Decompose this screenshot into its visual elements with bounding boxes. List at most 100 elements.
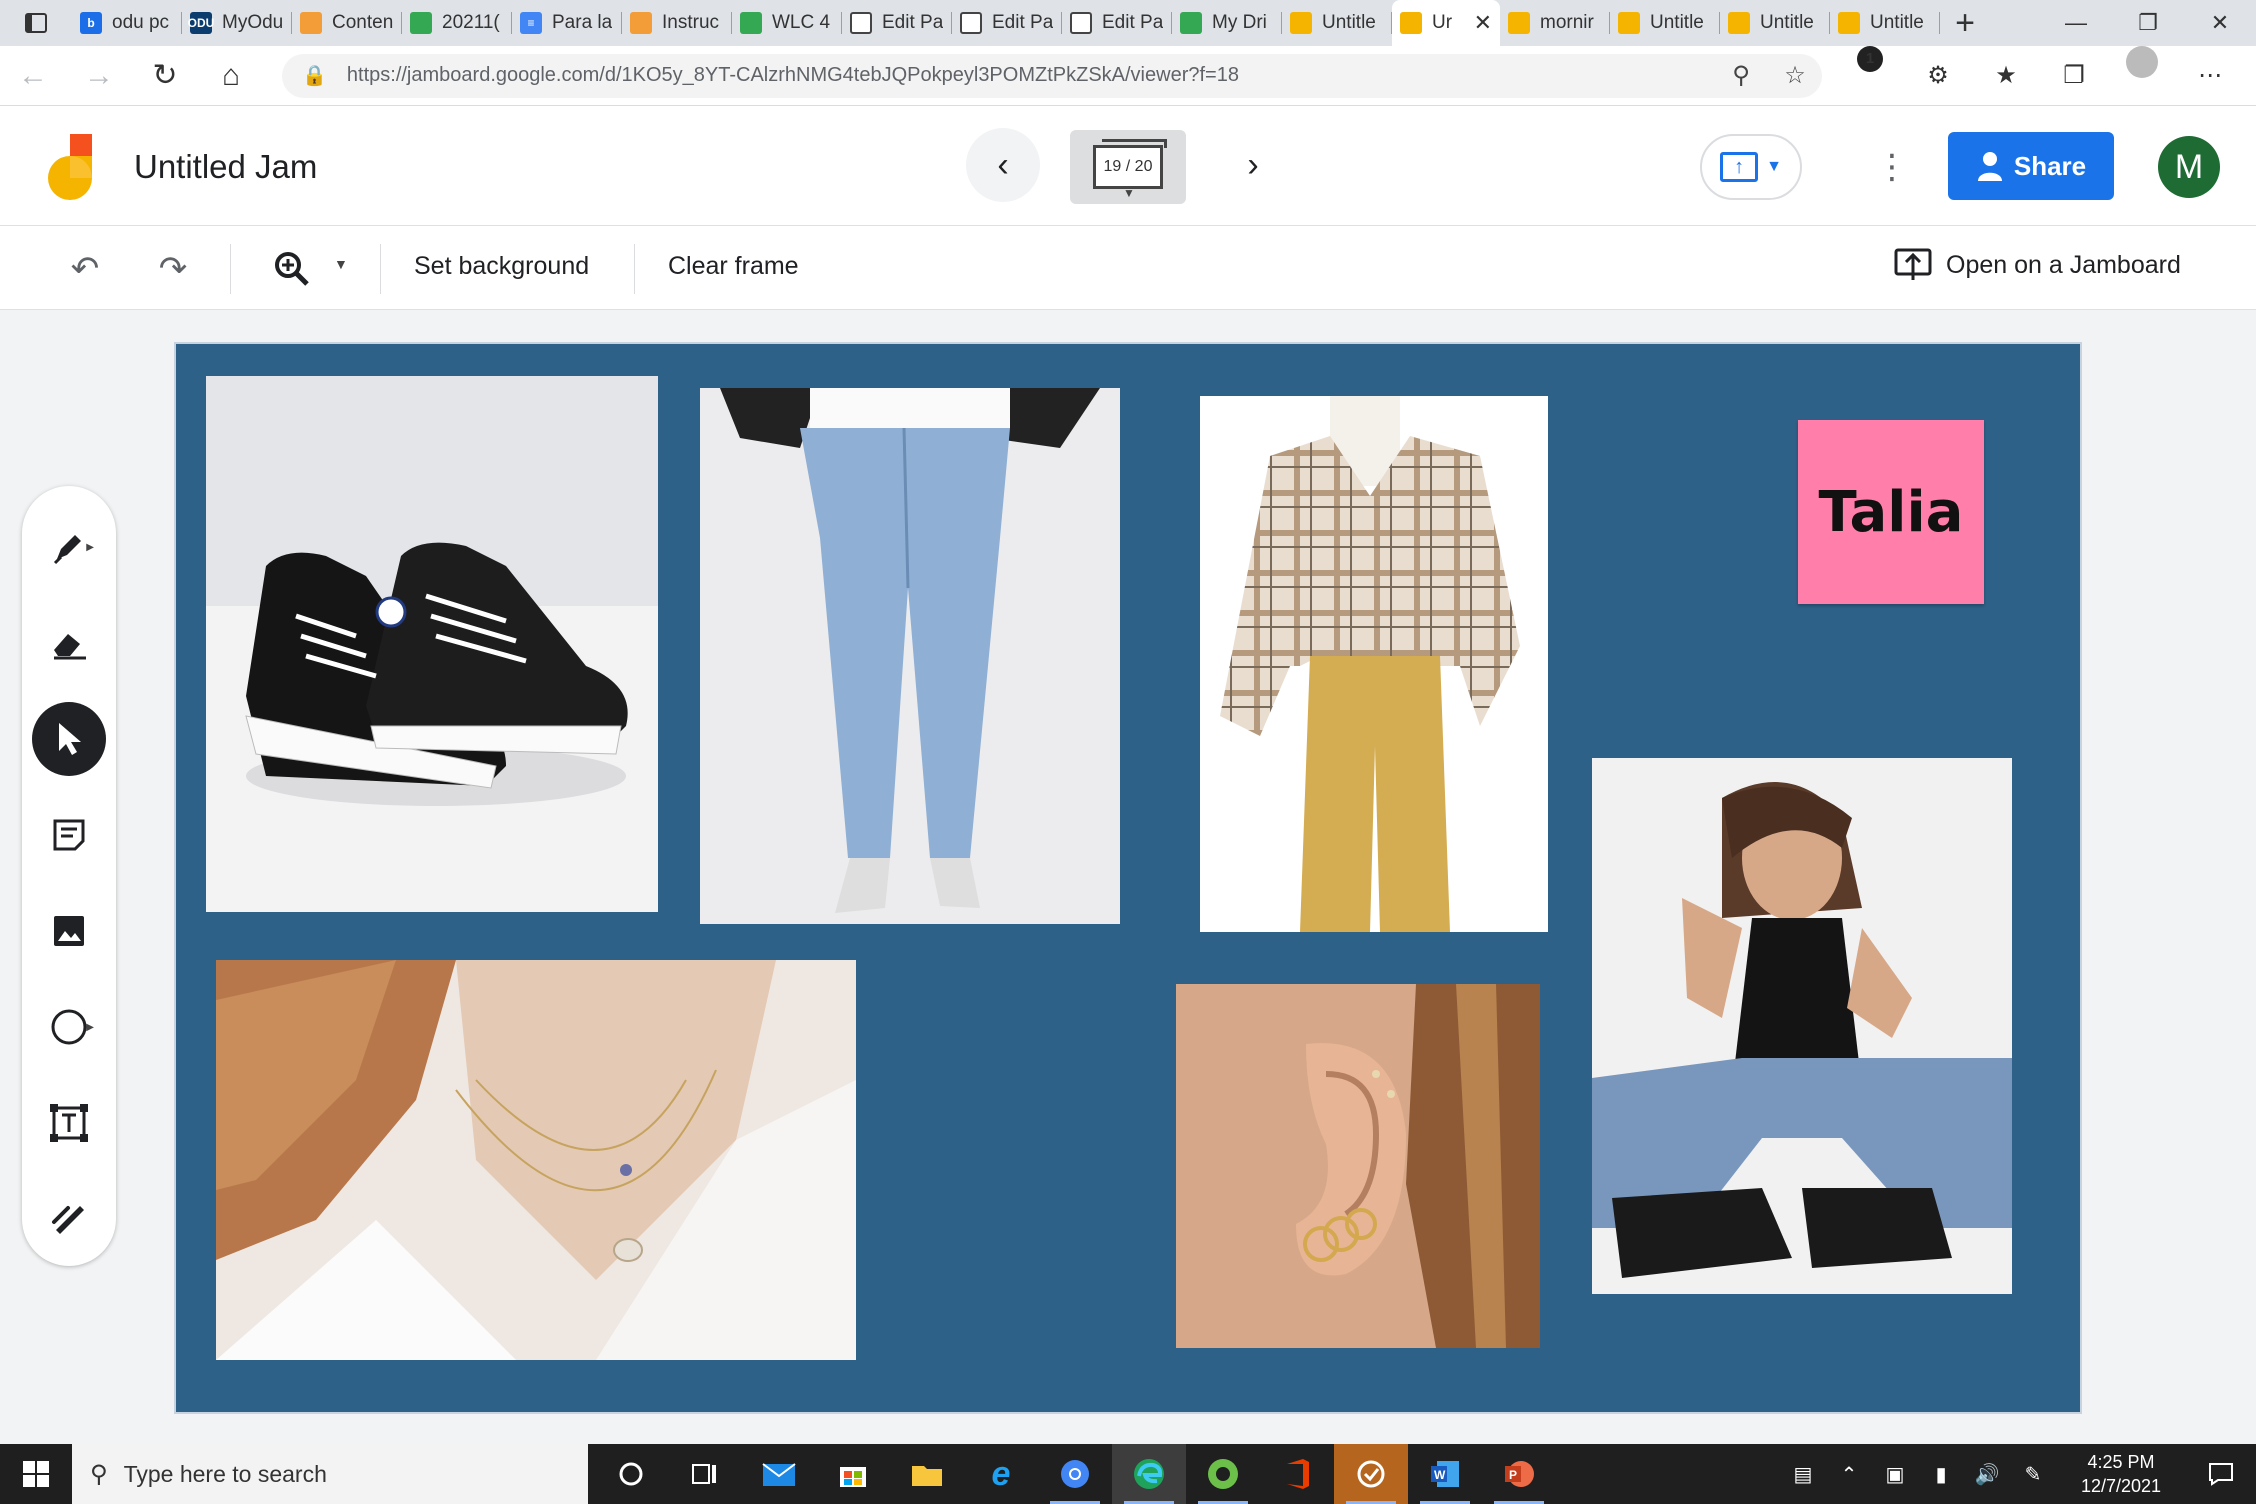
- meet-now-icon[interactable]: ▣: [1872, 1462, 1918, 1487]
- store-app-button[interactable]: [816, 1444, 890, 1504]
- zoom-indicator-icon[interactable]: ⚲: [1714, 61, 1768, 90]
- chrome-app-button[interactable]: [1038, 1444, 1112, 1504]
- edge-app-button[interactable]: [1112, 1444, 1186, 1504]
- set-background-button[interactable]: Set background: [414, 252, 589, 281]
- browser-tab[interactable]: Conten: [292, 0, 402, 46]
- jam-canvas[interactable]: Talia: [174, 342, 2082, 1414]
- plaid-shirt-photo[interactable]: [1200, 396, 1548, 932]
- next-frame-button[interactable]: ›: [1216, 128, 1290, 202]
- favorites-icon[interactable]: ★: [1972, 46, 2040, 106]
- add-image-tool-button[interactable]: [32, 894, 106, 968]
- refresh-button[interactable]: ↻: [132, 46, 198, 106]
- present-upload-icon: ↑: [1720, 152, 1759, 182]
- jam-title[interactable]: Untitled Jam: [134, 148, 317, 186]
- powerpoint-app-button[interactable]: P: [1482, 1444, 1556, 1504]
- battery-icon[interactable]: ▮: [1918, 1462, 1964, 1487]
- task-view-button[interactable]: [668, 1444, 742, 1504]
- browser-tab[interactable]: Edit Pa: [952, 0, 1062, 46]
- home-button[interactable]: ⌂: [198, 46, 264, 106]
- news-widget-icon[interactable]: ▤: [1780, 1462, 1826, 1487]
- forward-button[interactable]: →: [66, 46, 132, 106]
- share-button[interactable]: Share: [1948, 132, 2114, 200]
- tab-actions-button[interactable]: [0, 0, 72, 46]
- browser-tab[interactable]: mornir: [1500, 0, 1610, 46]
- browser-tab[interactable]: Edit Pa: [1062, 0, 1172, 46]
- browser-tab[interactable]: b odu pc: [72, 0, 182, 46]
- mom-jeans-photo[interactable]: [700, 388, 1120, 924]
- tab-title: Untitle: [1322, 12, 1376, 33]
- browser-tab[interactable]: Untitle: [1830, 0, 1940, 46]
- new-tab-button[interactable]: +: [1940, 0, 1990, 46]
- taskbar-search-box[interactable]: ⚲ Type here to search: [72, 1444, 588, 1504]
- model-sitting-photo[interactable]: [1592, 758, 2012, 1294]
- select-tool-button[interactable]: [32, 702, 106, 776]
- back-button[interactable]: ←: [0, 46, 66, 106]
- user-avatar[interactable]: M: [2158, 136, 2220, 198]
- restore-button[interactable]: ❐: [2112, 0, 2184, 46]
- browser-tab[interactable]: ODU MyOdu: [182, 0, 292, 46]
- browser-tab[interactable]: Untitle: [1282, 0, 1392, 46]
- add-favorite-icon[interactable]: ☆: [1768, 61, 1822, 90]
- browser-tab[interactable]: My Dri: [1172, 0, 1282, 46]
- pen-workspace-icon[interactable]: ✎: [2010, 1462, 2056, 1487]
- frame-bar-toggle[interactable]: 19 / 20 ▼: [1070, 130, 1186, 204]
- edge-beta-app-button[interactable]: [1186, 1444, 1260, 1504]
- collections-icon[interactable]: ❐: [2040, 46, 2108, 106]
- taskbar-clock[interactable]: 4:25 PM 12/7/2021: [2056, 1450, 2186, 1498]
- close-tab-icon[interactable]: ✕: [1474, 10, 1492, 36]
- laser-tool-button[interactable]: [32, 1182, 106, 1256]
- office-app-button[interactable]: [1260, 1444, 1334, 1504]
- word-app-button[interactable]: W: [1408, 1444, 1482, 1504]
- pen-tool-button[interactable]: ▶: [32, 510, 106, 584]
- shape-tool-button[interactable]: ▶: [32, 990, 106, 1064]
- url-text[interactable]: https://jamboard.google.com/d/1KO5y_8YT-…: [347, 64, 1714, 87]
- tab-title: Para la: [552, 12, 613, 33]
- minimize-button[interactable]: —: [2040, 0, 2112, 46]
- profile-avatar[interactable]: [2126, 45, 2158, 78]
- browser-tab[interactable]: Instruc: [622, 0, 732, 46]
- redo-button[interactable]: ↷: [146, 244, 200, 294]
- cortana-button[interactable]: [594, 1444, 668, 1504]
- browser-tab[interactable]: Untitle: [1720, 0, 1830, 46]
- volume-icon[interactable]: 🔊: [1964, 1462, 2010, 1487]
- chevron-up-icon[interactable]: ⌃: [1826, 1462, 1872, 1487]
- browser-tab[interactable]: Untitle: [1610, 0, 1720, 46]
- internet-explorer-button[interactable]: e: [964, 1444, 1038, 1504]
- sticky-note[interactable]: Talia: [1798, 420, 1984, 604]
- mail-icon: [762, 1463, 796, 1486]
- password-manager-extension-icon[interactable]: 1: [1857, 45, 1883, 72]
- chevron-down-icon[interactable]: ▼: [334, 256, 348, 272]
- close-window-button[interactable]: ✕: [2184, 0, 2256, 46]
- zoom-button[interactable]: [262, 242, 322, 296]
- undo-button[interactable]: ↶: [58, 244, 112, 294]
- file-explorer-button[interactable]: [890, 1444, 964, 1504]
- browser-tab[interactable]: Ur ✕: [1392, 0, 1500, 46]
- previous-frame-button[interactable]: ‹: [966, 128, 1040, 202]
- tab-title: Untitle: [1870, 12, 1924, 33]
- start-button[interactable]: [0, 1444, 72, 1504]
- browser-tab[interactable]: 20211(: [402, 0, 512, 46]
- jamboard-toolbar: ↶ ↷ ▼ Set background Clear frame Open on…: [0, 226, 2256, 310]
- address-bar[interactable]: 🔒 https://jamboard.google.com/d/1KO5y_8Y…: [282, 53, 1822, 98]
- browser-tab[interactable]: Edit Pa: [842, 0, 952, 46]
- notification-center-button[interactable]: [2186, 1444, 2256, 1504]
- tasks-app-button[interactable]: [1334, 1444, 1408, 1504]
- tab-title: Edit Pa: [882, 12, 944, 33]
- browser-tab[interactable]: ≡ Para la: [512, 0, 622, 46]
- open-on-jamboard-button[interactable]: Open on a Jamboard: [1894, 248, 2181, 282]
- present-button[interactable]: ↑ ▼: [1700, 134, 1802, 200]
- text-box-tool-button[interactable]: [32, 1086, 106, 1160]
- sticky-note-tool-button[interactable]: [32, 798, 106, 872]
- tab-favicon-icon: [1070, 12, 1092, 34]
- necklace-photo[interactable]: [216, 960, 856, 1360]
- earrings-photo[interactable]: [1176, 984, 1540, 1348]
- eraser-tool-button[interactable]: [32, 606, 106, 680]
- settings-more-icon[interactable]: ⋯: [2176, 46, 2244, 106]
- tab-title: Untitle: [1650, 12, 1704, 33]
- converse-sneakers-photo[interactable]: [206, 376, 658, 912]
- browser-tab[interactable]: WLC 4: [732, 0, 842, 46]
- clear-frame-button[interactable]: Clear frame: [668, 252, 799, 281]
- extensions-icon[interactable]: ⚙: [1904, 46, 1972, 106]
- mail-app-button[interactable]: [742, 1444, 816, 1504]
- more-options-icon[interactable]: ⋮: [1872, 142, 1912, 192]
